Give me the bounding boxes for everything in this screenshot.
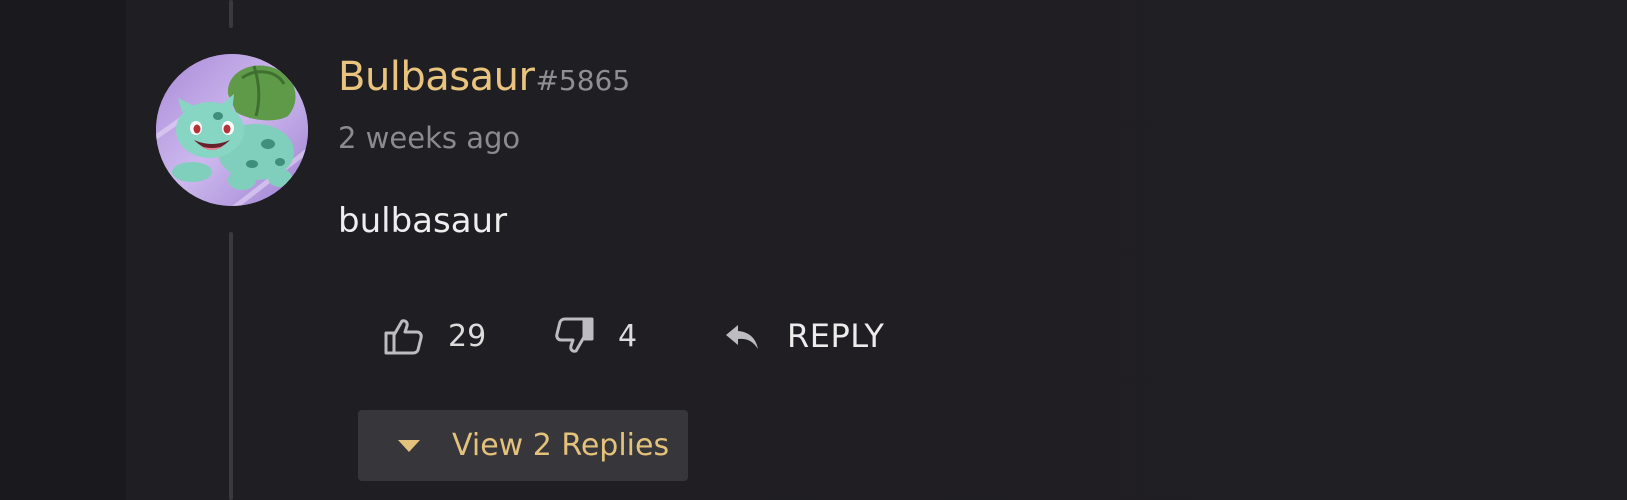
comment-body: bulbasaur xyxy=(338,201,508,241)
reply-arrow-icon xyxy=(726,325,758,349)
comment-timestamp: 2 weeks ago xyxy=(338,121,521,155)
dislike-button[interactable]: 4 xyxy=(553,315,721,357)
thumbs-down-icon xyxy=(555,317,594,353)
comment-page: Bulbasaur #5865 2 weeks ago bulbasaur 29… xyxy=(0,0,1627,500)
user-discriminator: #5865 xyxy=(535,64,631,97)
dislike-count: 4 xyxy=(618,318,638,354)
thread-line-bottom xyxy=(229,232,233,500)
bulbasaur-avatar-icon[interactable] xyxy=(156,54,308,206)
left-gutter xyxy=(0,0,126,500)
reply-button[interactable]: REPLY xyxy=(721,315,884,357)
comment-actions: 29 4 REPLY xyxy=(383,312,884,360)
like-button[interactable]: 29 xyxy=(383,315,553,357)
caret-down-icon xyxy=(398,439,420,452)
comment-author: Bulbasaur #5865 xyxy=(338,54,630,100)
view-replies-label: View 2 Replies xyxy=(452,428,670,463)
view-replies-button[interactable]: View 2 Replies xyxy=(358,410,688,481)
username[interactable]: Bulbasaur xyxy=(338,54,535,100)
reply-label: REPLY xyxy=(787,317,885,355)
thread-line-top xyxy=(229,0,233,28)
like-count: 29 xyxy=(448,318,487,354)
thumbs-up-icon xyxy=(384,319,423,355)
